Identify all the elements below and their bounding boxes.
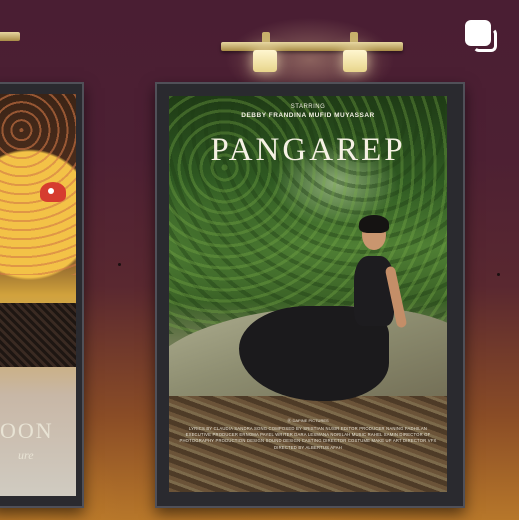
left-lamp: [0, 32, 20, 41]
left-poster-pattern: [0, 94, 76, 275]
left-poster-lace: [0, 303, 76, 368]
left-poster-subtitle: ure: [18, 448, 34, 462]
multiple-images-icon[interactable]: [465, 20, 499, 54]
wall-dot: [497, 273, 500, 276]
pangarep-poster: STARRING DEBBY FRANDINA MUFID MUYASSAR P…: [169, 96, 447, 492]
woman-hair: [359, 215, 389, 233]
billing-block: LYRICS BY CLAUDIA SANDRA SONG COMPOSED B…: [179, 426, 437, 450]
cast-names: DEBBY FRANDINA MUFID MUYASSAR: [241, 112, 375, 119]
left-poster-title: OON: [0, 418, 54, 443]
starring-label: STARRING: [290, 104, 326, 110]
lamp-light-left: [253, 50, 277, 72]
lamp-light-right: [343, 50, 367, 72]
left-poster-art: OON ure: [0, 94, 76, 496]
stack-front-icon: [465, 20, 491, 46]
picture-lamp: [221, 42, 403, 51]
left-poster-frame[interactable]: OON ure: [0, 82, 84, 508]
studio-mark: Ⓡ DAPINE PICTURES: [287, 418, 329, 423]
poster-title: PANGAREP: [210, 132, 406, 168]
mushroom-icon: [40, 182, 66, 202]
wall-dot: [118, 263, 121, 266]
pangarep-poster-frame[interactable]: STARRING DEBBY FRANDINA MUFID MUYASSAR P…: [155, 82, 465, 508]
